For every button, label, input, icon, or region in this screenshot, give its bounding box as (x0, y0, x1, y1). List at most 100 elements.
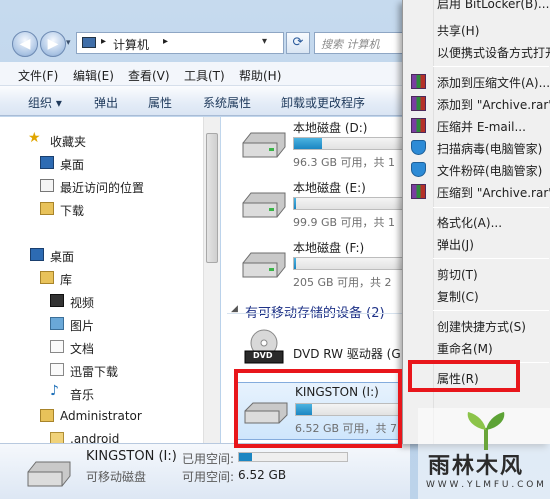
hard-drive-icon (241, 189, 287, 219)
history-dropdown-icon[interactable]: ▾ (66, 38, 71, 48)
menu-item-copy[interactable]: 复制(C) (403, 285, 550, 307)
chevron-right-icon[interactable]: ▸ (163, 36, 168, 47)
organize-button[interactable]: 组织 ▾ (28, 94, 62, 111)
menu-help[interactable]: 帮助(H) (239, 67, 281, 84)
eject-button[interactable]: 弹出 (94, 94, 118, 111)
menu-item-shred[interactable]: 文件粉碎(电脑管家) (403, 159, 550, 181)
menu-tools[interactable]: 工具(T) (184, 67, 225, 84)
address-dropdown-icon[interactable]: ▾ (262, 36, 267, 47)
nav-label: 最近访问的位置 (60, 181, 145, 195)
group-divider (227, 313, 407, 314)
winrar-icon (411, 96, 426, 111)
menu-item-bitlocker[interactable]: 启用 BitLocker(B)... (403, 0, 550, 14)
scrollbar-thumb[interactable] (206, 133, 218, 263)
hard-drive-icon (241, 129, 287, 159)
recent-places-icon (40, 179, 54, 192)
nav-item-user[interactable]: Administrator (0, 405, 200, 427)
details-pane: KINGSTON (I:) 可移动磁盘 已用空间: 可用空间: 6.52 GB (0, 443, 410, 499)
command-bar: 组织 ▾ 弹出 属性 系统属性 卸载或更改程序 (0, 86, 410, 116)
menu-item-rename[interactable]: 重命名(M) (403, 337, 550, 359)
properties-button[interactable]: 属性 (148, 94, 172, 111)
drive-item[interactable]: 本地磁盘 (D:) 96.3 GB 可用，共 1 (221, 117, 411, 177)
nav-desktop-root[interactable]: 桌面 (0, 244, 200, 266)
watermark-text: 雨林木风 (428, 454, 525, 479)
menu-label: 压缩并 E-mail... (437, 120, 526, 134)
nav-label: 图片 (70, 319, 95, 333)
chevron-right-icon[interactable]: ▸ (101, 36, 106, 47)
nav-label: 库 (60, 273, 73, 287)
forward-icon[interactable]: ▶ (40, 31, 66, 57)
menu-bar: 文件(F) 编辑(E) 查看(V) 工具(T) 帮助(H) (0, 62, 410, 86)
nav-item-desktop[interactable]: 桌面 (0, 152, 200, 174)
search-input[interactable]: 搜索 计算机 (314, 32, 414, 54)
menu-item-compress-email[interactable]: 压缩并 E-mail... (403, 115, 550, 137)
menu-edit[interactable]: 编辑(E) (73, 67, 114, 84)
dvd-drive-icon: DVD (241, 329, 287, 364)
shield-icon (411, 140, 426, 155)
menu-label: 弹出(J) (437, 238, 474, 252)
nav-item-downloads[interactable]: 下载 (0, 198, 200, 220)
nav-favorites[interactable]: ★ 收藏夹 (0, 129, 200, 151)
menu-item-cut[interactable]: 剪切(T) (403, 263, 550, 285)
menu-label: 文件粉碎(电脑管家) (437, 164, 543, 178)
shield-icon (411, 162, 426, 177)
winrar-icon (411, 74, 426, 89)
drive-usage-fill (294, 138, 323, 149)
computer-icon (82, 37, 96, 48)
nav-item-thunder[interactable]: 迅雷下载 (0, 359, 200, 381)
nav-label: 视频 (70, 296, 95, 310)
nav-label: 音乐 (70, 388, 95, 402)
address-segment[interactable]: 计算机 (113, 36, 149, 53)
menu-separator (433, 66, 549, 67)
system-properties-button[interactable]: 系统属性 (203, 94, 251, 111)
address-bar[interactable]: ▸ 计算机 ▸ (76, 32, 284, 54)
drive-info: 205 GB 可用，共 2 (293, 276, 392, 289)
menu-file[interactable]: 文件(F) (18, 67, 58, 84)
details-name: KINGSTON (I:) (86, 449, 177, 464)
tree-logo-icon (458, 410, 514, 450)
menu-item-eject[interactable]: 弹出(J) (403, 233, 550, 255)
nav-label: 下载 (60, 204, 85, 218)
nav-item-recent[interactable]: 最近访问的位置 (0, 175, 200, 197)
drive-item[interactable]: 本地磁盘 (F:) 205 GB 可用，共 2 (221, 237, 411, 297)
menu-separator (433, 310, 549, 311)
winrar-icon (411, 118, 426, 133)
menu-separator (433, 207, 549, 208)
uninstall-button[interactable]: 卸载或更改程序 (281, 94, 365, 111)
menu-view[interactable]: 查看(V) (128, 67, 170, 84)
navigation-pane: ★ 收藏夹 桌面 最近访问的位置 下载 桌面 库 视频 图片 文档 迅雷下载 ♪… (0, 117, 220, 446)
nav-item-videos[interactable]: 视频 (0, 290, 200, 312)
menu-item-format[interactable]: 格式化(A)... (403, 211, 550, 233)
nav-item-library[interactable]: 库 (0, 267, 200, 289)
drive-name: 本地磁盘 (F:) (293, 241, 365, 255)
refresh-icon[interactable]: ⟳ (286, 32, 310, 54)
menu-item-add-archive[interactable]: 添加到压缩文件(A)... (403, 71, 550, 93)
menu-item-open-portable[interactable]: 以便携式设备方式打开 (403, 41, 550, 63)
group-header[interactable]: 有可移动存储的设备 (2) (245, 302, 385, 321)
menu-separator (433, 258, 549, 259)
drive-name: 本地磁盘 (E:) (293, 181, 366, 195)
nav-item-music[interactable]: ♪ 音乐 (0, 382, 200, 404)
nav-label: 文档 (70, 342, 95, 356)
dvd-badge: DVD (253, 351, 273, 360)
menu-label: 以便携式设备方式打开 (437, 46, 550, 60)
menu-item-compress-to-rar[interactable]: 压缩到 "Archive.rar" (403, 181, 550, 203)
star-icon: ★ (28, 130, 41, 146)
nav-item-documents[interactable]: 文档 (0, 336, 200, 358)
menu-label: 启用 BitLocker(B)... (437, 0, 550, 11)
documents-icon (50, 340, 64, 353)
menu-item-share[interactable]: 共享(H) (403, 19, 550, 41)
drive-item[interactable]: 本地磁盘 (E:) 99.9 GB 可用，共 1 (221, 177, 411, 237)
menu-item-create-shortcut[interactable]: 创建快捷方式(S) (403, 315, 550, 337)
nav-item-pictures[interactable]: 图片 (0, 313, 200, 335)
drive-info: 99.9 GB 可用，共 1 (293, 216, 396, 229)
nav-scrollbar[interactable] (203, 117, 220, 443)
details-free-label: 可用空间: (182, 470, 235, 484)
winrar-icon (411, 184, 426, 199)
menu-label: 压缩到 "Archive.rar" (437, 186, 550, 200)
menu-item-scan-virus[interactable]: 扫描病毒(电脑管家) (403, 137, 550, 159)
menu-label: 扫描病毒(电脑管家) (437, 142, 543, 156)
back-icon[interactable]: ◀ (12, 31, 38, 57)
menu-item-add-archive-rar[interactable]: 添加到 "Archive.rar"( (403, 93, 550, 115)
drive-name: 本地磁盘 (D:) (293, 121, 368, 135)
